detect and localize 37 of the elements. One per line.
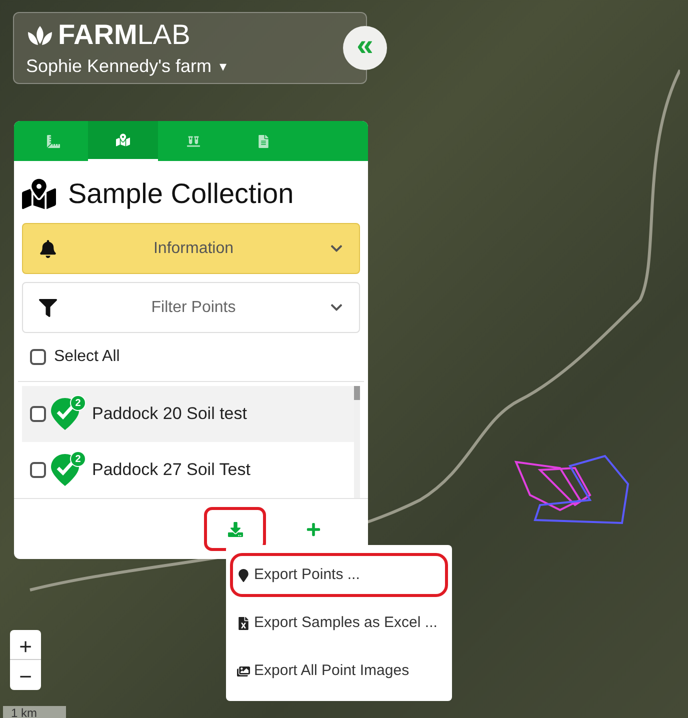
menu-item[interactable]: Export Points ... [230, 553, 448, 597]
map-icon [22, 177, 56, 211]
row-checkbox[interactable] [30, 406, 46, 422]
accordion-header[interactable]: Filter Points [22, 282, 360, 333]
samples-icon [186, 134, 200, 148]
filter-icon [39, 298, 57, 316]
measure-icon [46, 134, 60, 148]
row-checkbox[interactable] [30, 462, 46, 478]
accordion-header[interactable]: Information [22, 223, 360, 274]
pin-icon [237, 568, 250, 582]
scale-bar: 1 km [3, 706, 66, 718]
scrollbar[interactable] [354, 386, 360, 498]
chevron-icon [330, 301, 343, 314]
chevron-icon [330, 242, 343, 255]
map-icon [116, 133, 130, 147]
excel-icon [237, 616, 250, 630]
menu-item[interactable]: Export Samples as Excel ... [230, 601, 448, 645]
bell-icon [39, 240, 57, 258]
sample-row[interactable]: 2 Paddock 20 Soil test [22, 386, 354, 442]
panel-title: Sample Collection [68, 177, 294, 211]
zoom-out-button[interactable]: − [10, 660, 41, 690]
add-icon [306, 522, 320, 536]
select-all-checkbox[interactable]: Select All [18, 333, 364, 382]
menu-item[interactable]: Export All Point Images [230, 649, 448, 693]
zoom-in-button[interactable]: + [10, 630, 41, 660]
count-badge: 2 [70, 395, 86, 411]
sample-label: Paddock 20 Soil test [92, 403, 247, 426]
caret-icon: ▾ [220, 56, 227, 77]
brand-logo: FARMLAB [58, 21, 190, 49]
sample-label: Paddock 27 Soil Test [92, 459, 250, 482]
count-badge: 2 [70, 451, 86, 467]
images-icon [237, 664, 250, 678]
panel-tab[interactable] [88, 121, 158, 161]
download-icon [228, 522, 242, 536]
farm-selector[interactable]: Sophie Kennedy's farm ▾ [26, 53, 227, 80]
leaf-logo-icon [26, 24, 54, 46]
report-icon [256, 134, 270, 148]
